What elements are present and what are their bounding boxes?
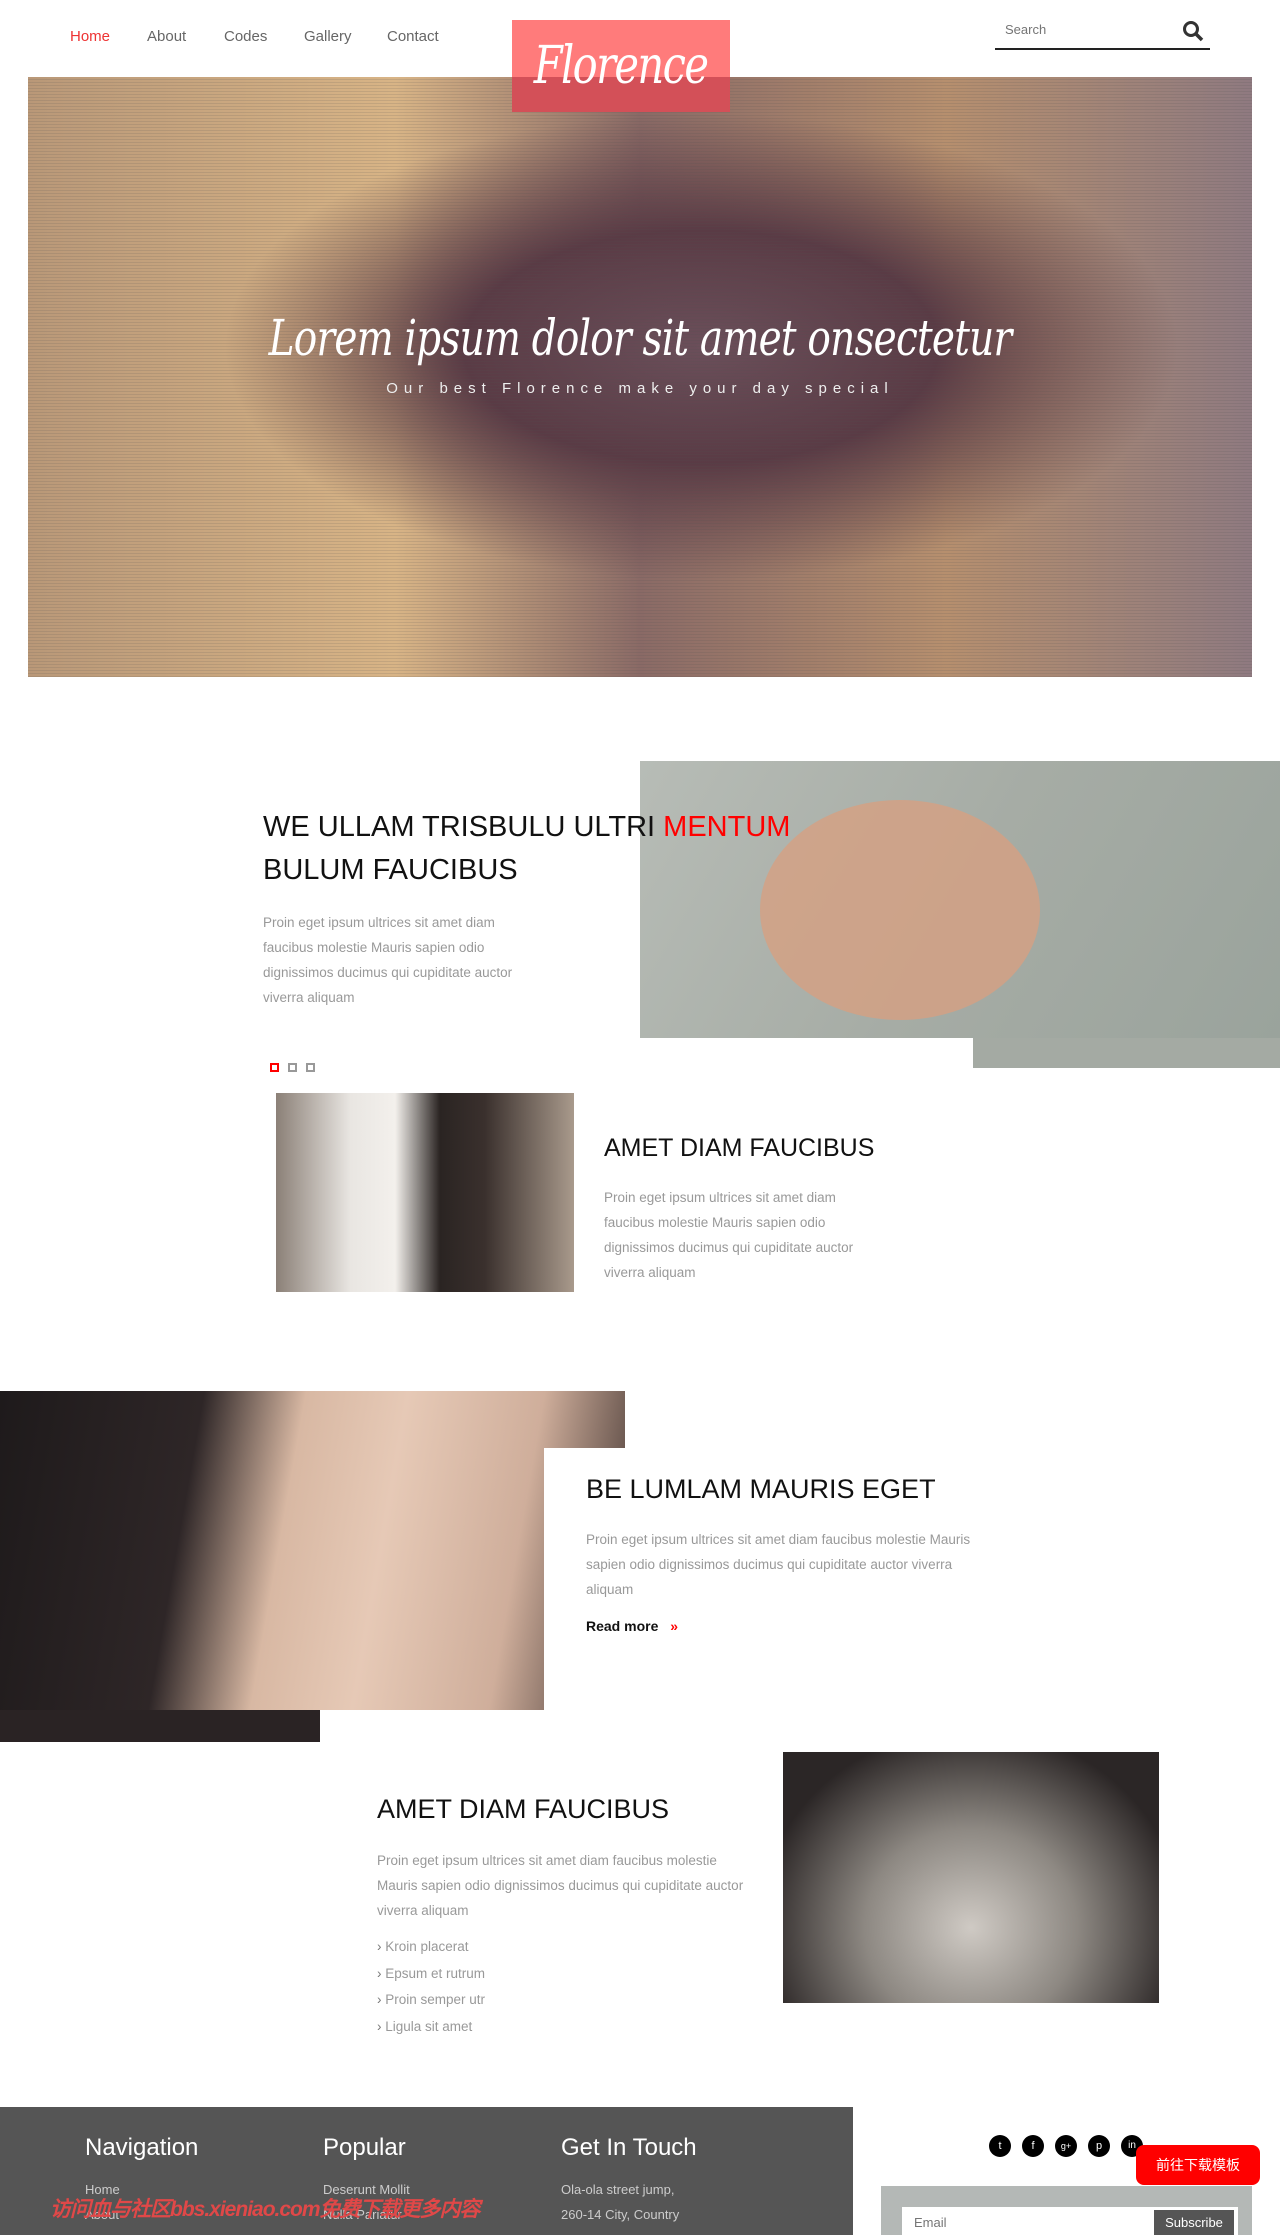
nav-gallery[interactable]: Gallery (304, 28, 352, 45)
social-icons: t f g+ p in (989, 2135, 1143, 2157)
section1-heading: WE ULLAM TRISBULU ULTRI MENTUM BULUM FAUC… (263, 811, 791, 886)
logo-text: Florence (534, 36, 709, 96)
slider-dot[interactable] (306, 1063, 315, 1072)
hands-image-extension (973, 1038, 1280, 1068)
section1-text: Proin eget ipsum ultrices sit amet diam … (263, 915, 513, 1005)
ring-hands-image-extension (0, 1710, 320, 1742)
section4-heading: AMET DIAM FAUCIBUS (377, 1794, 670, 1824)
address-line: 260-14 City, Country (561, 2207, 680, 2222)
list-item: › Kroin placerat (377, 1939, 469, 1954)
pinterest-icon[interactable]: p (1088, 2135, 1110, 2157)
list-item: › Epsum et rutrum (377, 1965, 486, 1981)
hero-subtitle: Our best Florence make your day special (386, 380, 894, 397)
search-icon[interactable] (1182, 20, 1204, 42)
footer-heading: Navigation (85, 2134, 199, 2161)
section3-heading: BE LUMLAM MAURIS EGET (586, 1474, 936, 1504)
email-input[interactable] (902, 2207, 1142, 2238)
nav-codes[interactable]: Codes (224, 28, 267, 45)
hero-title: Lorem ipsum dolor sit amet onsectetur (268, 309, 1012, 367)
download-template-button[interactable]: 前往下载模板 (1136, 2145, 1260, 2185)
nav-contact[interactable]: Contact (387, 28, 439, 45)
feature-list: › Kroin placerat › Epsum et rutrum › Pro… (377, 1934, 485, 2040)
section4-text: Proin eget ipsum ultrices sit amet diam … (377, 1853, 744, 1918)
facebook-icon[interactable]: f (1022, 2135, 1044, 2157)
search-input[interactable] (995, 18, 1165, 41)
slider-dot[interactable] (270, 1063, 279, 1072)
slider-dot[interactable] (288, 1063, 297, 1072)
footer-col: Get In Touch Ola-ola street jump, 260-14… (561, 2134, 697, 2222)
double-chevron-icon: » (670, 1618, 679, 1634)
slider-dots (270, 1063, 315, 1072)
footer-heading: Get In Touch (561, 2134, 697, 2161)
subscribe-button[interactable]: Subscribe (1154, 2210, 1234, 2235)
list-item: › Proin semper utr (377, 1992, 486, 2007)
twitter-icon[interactable]: t (989, 2135, 1011, 2157)
watermark: 访问血与社区bbs.xieniao.com免费下载更多内容 (50, 2198, 481, 2221)
section2-heading: AMET DIAM FAUCIBUS (604, 1134, 875, 1162)
google-plus-icon[interactable]: g+ (1055, 2135, 1077, 2157)
list-item: › Ligula sit amet (377, 2018, 473, 2034)
address-line: Ola-ola street jump, (561, 2182, 675, 2197)
footer-heading: Popular (323, 2134, 406, 2161)
ring-image (783, 1752, 1159, 2003)
section2-text: Proin eget ipsum ultrices sit amet diam … (604, 1190, 854, 1280)
hero-banner: Lorem ipsum dolor sit amet onsectetur Ou… (28, 77, 1252, 677)
nav-home[interactable]: Home (70, 28, 110, 45)
ring-hands-image (0, 1391, 625, 1710)
bride-bouquet-image (276, 1093, 574, 1292)
nav-about[interactable]: About (147, 28, 186, 45)
subscribe-box: Subscribe (881, 2186, 1252, 2238)
search-box (995, 18, 1210, 50)
section3-text: Proin eget ipsum ultrices sit amet diam … (586, 1532, 971, 1597)
logo[interactable]: Florence (512, 20, 730, 112)
hand-shape (760, 800, 1040, 1020)
read-more-link[interactable]: Read more » (586, 1618, 678, 1634)
